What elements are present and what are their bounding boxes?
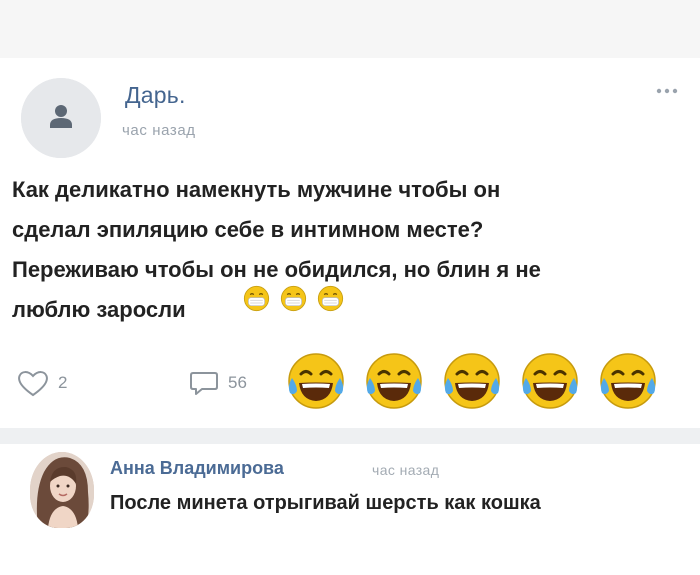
- profile-photo: [30, 452, 94, 528]
- post-separator: [0, 428, 700, 444]
- like-button[interactable]: 2: [16, 366, 67, 400]
- reaction-emojis: [284, 350, 660, 414]
- post-text-emojis: [243, 285, 344, 315]
- comment-timestamp[interactable]: час назад: [372, 462, 439, 478]
- comment-count: 56: [228, 373, 247, 392]
- heart-icon: [18, 371, 48, 397]
- user-placeholder-icon: [21, 78, 101, 158]
- comment-button[interactable]: 56: [188, 366, 247, 400]
- face-with-tears-of-joy-icon: [288, 353, 344, 409]
- comment-icon: [190, 372, 218, 395]
- post-timestamp[interactable]: час назад: [122, 122, 196, 139]
- comment-text: После минета отрыгивай шерсть как кошка: [110, 492, 541, 514]
- commenter-avatar[interactable]: [30, 452, 94, 528]
- face-with-medical-mask-icon: [317, 285, 344, 312]
- more-dots-icon[interactable]: [655, 82, 681, 98]
- like-count: 2: [58, 373, 68, 392]
- author-avatar[interactable]: [21, 78, 101, 158]
- face-with-tears-of-joy-icon: [522, 353, 578, 409]
- face-with-tears-of-joy-icon: [366, 353, 422, 409]
- face-with-tears-of-joy-icon: [444, 353, 500, 409]
- face-with-medical-mask-icon: [280, 285, 307, 312]
- commenter-name[interactable]: Анна Владимирова: [110, 458, 284, 479]
- post-text: Как деликатно намекнуть мужчине чтобы он…: [12, 177, 541, 322]
- face-with-medical-mask-icon: [243, 285, 270, 312]
- post-author-name[interactable]: Дарь.: [125, 82, 186, 109]
- face-with-tears-of-joy-icon: [600, 353, 656, 409]
